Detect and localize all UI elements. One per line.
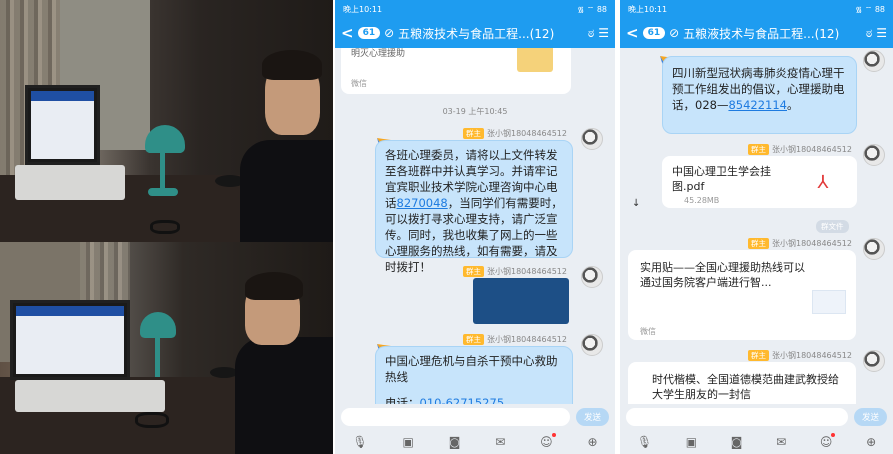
sender-label: 群主 张小钢18048464512 (463, 128, 567, 139)
lamp (145, 125, 185, 153)
image-icon[interactable]: ▣ (403, 435, 414, 449)
red-envelope-icon[interactable]: ✉ (495, 435, 505, 449)
phone-link[interactable]: 8270048 (397, 196, 448, 210)
download-icon[interactable]: ↓ (632, 198, 640, 209)
plus-icon[interactable]: ⊕ (587, 435, 597, 449)
card-title: 时代楷模、全国道德模范曲建武教授给大学生朋友的一封信 (652, 373, 839, 401)
chat-title: 五粮液技术与食品工程...(12) (398, 26, 555, 41)
unread-badge[interactable]: 61 (357, 27, 381, 39)
sender-label: 群主 张小钢18048464512 (463, 266, 567, 277)
sender-label: 群主 张小钢18048464512 (463, 334, 567, 345)
person-shirt (240, 140, 333, 242)
sticker-icon[interactable]: ಠ (588, 26, 594, 41)
chat-header: < 61 ⊘ 五粮液技术与食品工程...(12) ಠ ☰ (335, 18, 615, 48)
avatar[interactable] (863, 350, 885, 372)
input-bar: 发送 (620, 404, 893, 430)
status-icons: ᯾ ⌔ 88 (855, 4, 885, 14)
input-bar: 发送 (335, 404, 615, 430)
file-size: 45.28MB (684, 196, 720, 205)
avatar[interactable] (581, 334, 603, 356)
message-input[interactable] (626, 408, 848, 426)
input-toolbar: 🎙 ▣ ◙ ✉ ☺ ⊕ (335, 430, 615, 454)
card-source: 微信 (640, 327, 656, 336)
shared-article-card[interactable]: 时代楷模、全国道德模范曲建武教授给大学生朋友的一封信 (628, 362, 856, 404)
back-icon[interactable]: < (341, 24, 354, 42)
sticker-icon[interactable]: ಠ (866, 26, 872, 41)
phone-screen-2: 晚上10:11 ᯾ ⌔ 88 < 61 ⊘ 五粮液技术与食品工程...(12) … (620, 0, 893, 454)
timestamp: 03-19 上午10:45 (442, 107, 508, 116)
card-thumbnail (517, 48, 553, 72)
sender-label: 群主 张小钢18048464512 (748, 350, 852, 361)
avatar[interactable] (863, 238, 885, 260)
card-title: 实用贴——全国心理援助热线可以通过国务院客户端进行智... (640, 261, 805, 289)
status-time: 晚上10:11 (343, 4, 383, 14)
group-icon: ⊘ (669, 26, 680, 40)
red-envelope-icon[interactable]: ✉ (776, 435, 786, 449)
screenshot-root: 晚上10:11 ᯾ ⌔ 88 < 61 ⊘ 五粮液技术与食品工程...(12) … (0, 0, 893, 454)
emoji-icon[interactable]: ☺ (820, 433, 835, 449)
input-toolbar: 🎙 ▣ ◙ ✉ ☺ ⊕ (620, 430, 893, 454)
send-button[interactable]: 发送 (575, 408, 609, 426)
glasses (150, 220, 180, 234)
photo-student-laptop-top (0, 0, 333, 242)
pdf-icon: ⅄ (817, 172, 829, 193)
laptop-screen (25, 85, 100, 165)
image-icon[interactable]: ▣ (686, 435, 697, 449)
message-bubble[interactable]: 四川新型冠状病毒肺炎疫情心理干预工作组发出的倡议，心理援助电话，028—8542… (662, 56, 857, 134)
file-message[interactable]: 中国心理卫生学会挂图.pdf 45.28MB ⅄ (662, 156, 857, 208)
sender-label: 群主 张小钢18048464512 (748, 144, 852, 155)
avatar[interactable] (863, 50, 885, 72)
status-time: 晚上10:11 (628, 4, 668, 14)
file-name: 中国心理卫生学会挂图.pdf (672, 165, 771, 193)
image-thumbnail (473, 278, 569, 324)
message-bubble[interactable]: 中国心理危机与自杀干预中心救助热线 电话：010-62715275 (375, 346, 573, 404)
chat-body: 四川新型冠状病毒肺炎疫情心理干预工作组发出的倡议，心理援助电话，028—8542… (620, 48, 893, 404)
plus-icon[interactable]: ⊕ (866, 435, 876, 449)
card-thumbnail (812, 290, 846, 314)
image-message[interactable] (473, 278, 569, 324)
avatar[interactable] (581, 266, 603, 288)
sender-label: 群主 张小钢18048464512 (748, 238, 852, 249)
status-bar: 晚上10:11 ᯾ ⌔ 88 (620, 0, 893, 18)
send-button[interactable]: 发送 (853, 408, 887, 426)
avatar[interactable] (863, 144, 885, 166)
file-tag: 群文件 (816, 220, 849, 233)
chat-title: 五粮液技术与食品工程...(12) (683, 26, 840, 41)
status-icons: ᯾ ⌔ 88 (577, 4, 607, 14)
group-icon: ⊘ (384, 26, 395, 40)
emoji-icon[interactable]: ☺ (540, 433, 556, 449)
avatar[interactable] (581, 128, 603, 150)
menu-icon[interactable]: ☰ (876, 26, 887, 40)
photo-student-laptop-bottom (0, 242, 333, 454)
message-input[interactable] (341, 408, 570, 426)
status-bar: 晚上10:11 ᯾ ⌔ 88 (335, 0, 615, 18)
phone-screen-1: 晚上10:11 ᯾ ⌔ 88 < 61 ⊘ 五粮液技术与食品工程...(12) … (335, 0, 615, 454)
unread-badge[interactable]: 61 (642, 27, 666, 39)
laptop-keyboard (15, 165, 125, 200)
microphone-icon[interactable]: 🎙 (637, 435, 652, 449)
camera-icon[interactable]: ◙ (731, 435, 743, 449)
camera-icon[interactable]: ◙ (449, 435, 461, 449)
chat-header: < 61 ⊘ 五粮液技术与食品工程...(12) ಠ ☰ (620, 18, 893, 48)
menu-icon[interactable]: ☰ (598, 26, 609, 40)
laptop-screen (10, 300, 130, 380)
microphone-icon[interactable]: 🎙 (352, 435, 367, 449)
phone-link[interactable]: 010-62715275 (420, 396, 505, 404)
chat-body: 明灭心理援助 微信 03-19 上午10:45 群主 张小钢1804846451… (335, 48, 615, 404)
phone-link[interactable]: 85422114 (728, 98, 787, 112)
message-bubble[interactable]: 各班心理委员，请将以上文件转发至各班群中并认真学习。并请牢记宜宾职业技术学院心理… (375, 140, 573, 274)
back-icon[interactable]: < (626, 24, 639, 42)
shared-card[interactable]: 明灭心理援助 微信 (341, 48, 571, 94)
shared-article-card[interactable]: 实用贴——全国心理援助热线可以通过国务院客户端进行智... 微信 (628, 250, 856, 340)
